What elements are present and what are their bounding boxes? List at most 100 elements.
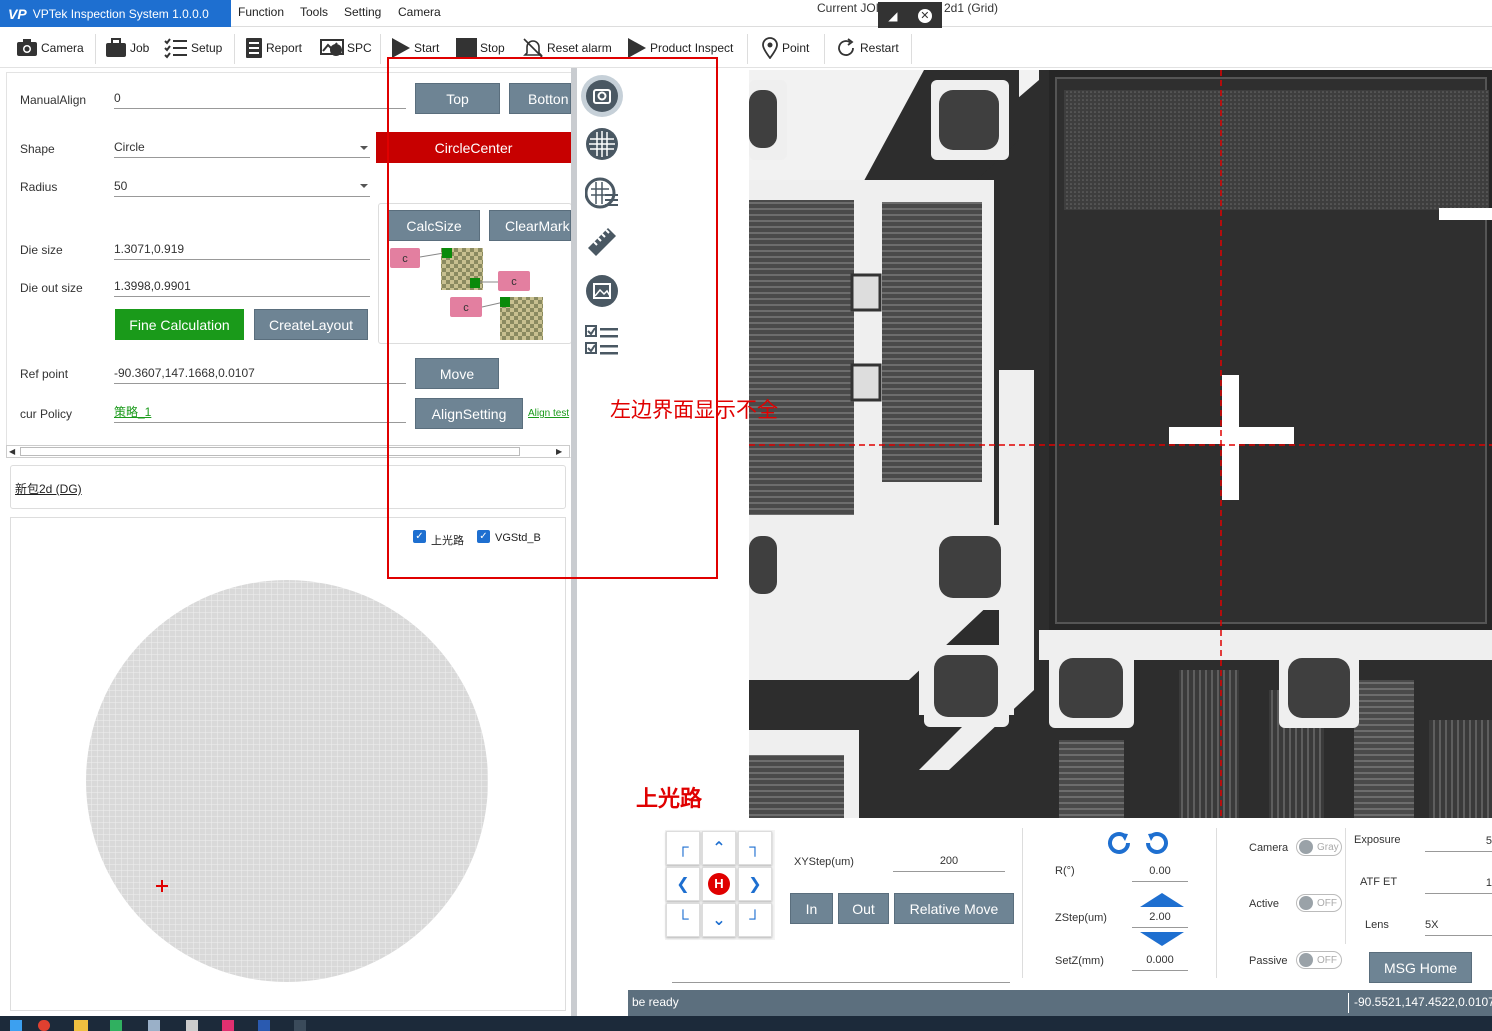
menu-tools[interactable]: Tools [300,0,328,27]
camera-mode-toggle-text: Gray [1317,841,1339,853]
z-down-icon[interactable] [1140,932,1184,946]
word-icon[interactable] [258,1020,270,1031]
spc-icon [320,39,344,56]
toolbar-stop-label: Stop [480,41,505,55]
media-icon[interactable] [110,1020,122,1031]
chevron-down-icon[interactable] [360,146,368,150]
player-icon[interactable] [222,1020,234,1031]
manual-align-label: ManualAlign [20,93,87,107]
passive-toggle[interactable]: OFF [1296,951,1342,969]
toolbar-divider [95,34,96,64]
atf-field[interactable]: 1 [1425,874,1492,894]
pointer-icon[interactable]: ◢ [888,9,897,23]
scroll-left-icon[interactable]: ◀ [9,447,19,456]
close-icon[interactable]: ✕ [917,9,932,23]
camera-image-view[interactable] [749,70,1492,818]
fine-calculation-button[interactable]: Fine Calculation [115,309,244,340]
divider [1022,828,1023,978]
toolbar-camera-button[interactable]: Camera [16,35,84,61]
exposure-field[interactable]: 5 [1425,832,1492,852]
die-out-size-field[interactable]: 1.3998,0.9901 [114,277,370,297]
ref-point-label: Ref point [20,367,69,381]
die-size-label: Die size [20,243,63,257]
setz-field[interactable]: 0.000 [1132,951,1188,971]
active-toggle-text: OFF [1317,897,1337,909]
folder-icon[interactable] [74,1020,88,1031]
toolbar-restart-label: Restart [860,41,899,55]
jog-left-button[interactable]: ❮ [666,867,700,901]
jog-home-button[interactable]: H [702,867,736,901]
wafer-map[interactable] [86,577,492,987]
z-up-icon[interactable] [1140,893,1184,907]
menu-camera[interactable]: Camera [398,0,441,27]
create-layout-button[interactable]: CreateLayout [254,309,368,340]
cur-policy-label: cur Policy [20,407,73,421]
jog-up-left-button[interactable]: ┌ [666,831,700,865]
home-icon: H [708,873,730,895]
calendar-icon[interactable] [148,1020,160,1031]
stop-icon [456,37,477,59]
zoom-out-button[interactable]: Out [838,893,889,924]
toolbar-spc-label: SPC [347,41,372,55]
radius-label: Radius [20,180,58,194]
divider [1348,993,1349,1013]
toolbar-job-label: Job [130,41,150,55]
toolbar-spc-button[interactable]: SPC [320,35,372,61]
toolbar-start-label: Start [414,41,440,55]
die-size-field[interactable]: 1.3071,0.919 [114,240,370,260]
toolbar-restart-button[interactable]: Restart [835,35,899,61]
passive-label: Passive [1249,955,1288,967]
play-icon [392,38,410,58]
jog-down-right-button[interactable]: ┘ [738,903,772,937]
die-out-size-label: Die out size [20,281,83,295]
cur-policy-field[interactable]: 策略_1 [114,403,406,423]
radius-select[interactable]: 50 [114,177,370,197]
exposure-label: Exposure [1354,834,1401,846]
jog-down-button[interactable]: ⌄ [702,903,736,937]
shape-select[interactable]: Circle [114,138,370,158]
rotation-field[interactable]: 0.00 [1132,862,1188,882]
relative-move-button[interactable]: Relative Move [894,893,1014,924]
rotation-label: R(°) [1055,865,1075,877]
annotation-text: 左边界面显示不全 [610,398,778,422]
feather-icon[interactable] [186,1020,198,1031]
zstep-field[interactable]: 2.00 [1132,908,1188,928]
toolbar-setup-label: Setup [191,41,223,55]
toolbar-divider [380,34,381,64]
toolbar-report-button[interactable]: Report [245,35,302,61]
xystep-field[interactable]: 200 [893,852,1005,872]
toolbar-reset-alarm-label: Reset alarm [547,41,612,55]
jog-up-right-button[interactable]: ┐ [738,831,772,865]
camera-mode-label: Camera [1249,842,1289,854]
checklist-icon [164,38,187,59]
manual-align-field[interactable]: 0 [114,89,406,109]
toolbar-divider [911,34,912,64]
zoom-in-button[interactable]: In [790,893,833,924]
app-title: VPTek Inspection System 1.0.0.0 [32,6,209,21]
windows-icon[interactable] [10,1020,22,1031]
status-bar: be ready -90.5521,147.4522,0.0107 [628,990,1492,1016]
jog-right-button[interactable]: ❯ [738,867,772,901]
jog-up-button[interactable]: ⌃ [702,831,736,865]
app-icon[interactable] [294,1020,306,1031]
annotation-rectangle [387,57,718,579]
camera-mode-toggle[interactable]: Gray [1296,838,1342,856]
active-toggle[interactable]: OFF [1296,894,1342,912]
toolbar-camera-label: Camera [41,41,84,55]
chevron-down-icon[interactable] [360,184,368,188]
ref-point-field[interactable]: -90.3607,147.1668,0.0107 [114,364,406,384]
toolbar-job-button[interactable]: Job [105,35,149,61]
lens-select[interactable]: 5X [1425,916,1492,936]
rotate-ccw-icon[interactable] [1106,830,1132,856]
status-message: be ready [632,995,679,1009]
menu-function[interactable]: Function [238,0,284,27]
menu-setting[interactable]: Setting [344,0,381,27]
current-job-label: Current JOI [817,1,880,15]
toolbar-point-button[interactable]: Point [761,35,809,61]
chrome-icon[interactable] [38,1020,50,1031]
toolbar-setup-button[interactable]: Setup [164,35,222,61]
jog-down-left-button[interactable]: └ [666,903,700,937]
recipe-link[interactable]: 新包2d (DG) [15,480,82,497]
rotate-cw-icon[interactable] [1144,830,1170,856]
msg-home-button[interactable]: MSG Home [1369,952,1472,983]
